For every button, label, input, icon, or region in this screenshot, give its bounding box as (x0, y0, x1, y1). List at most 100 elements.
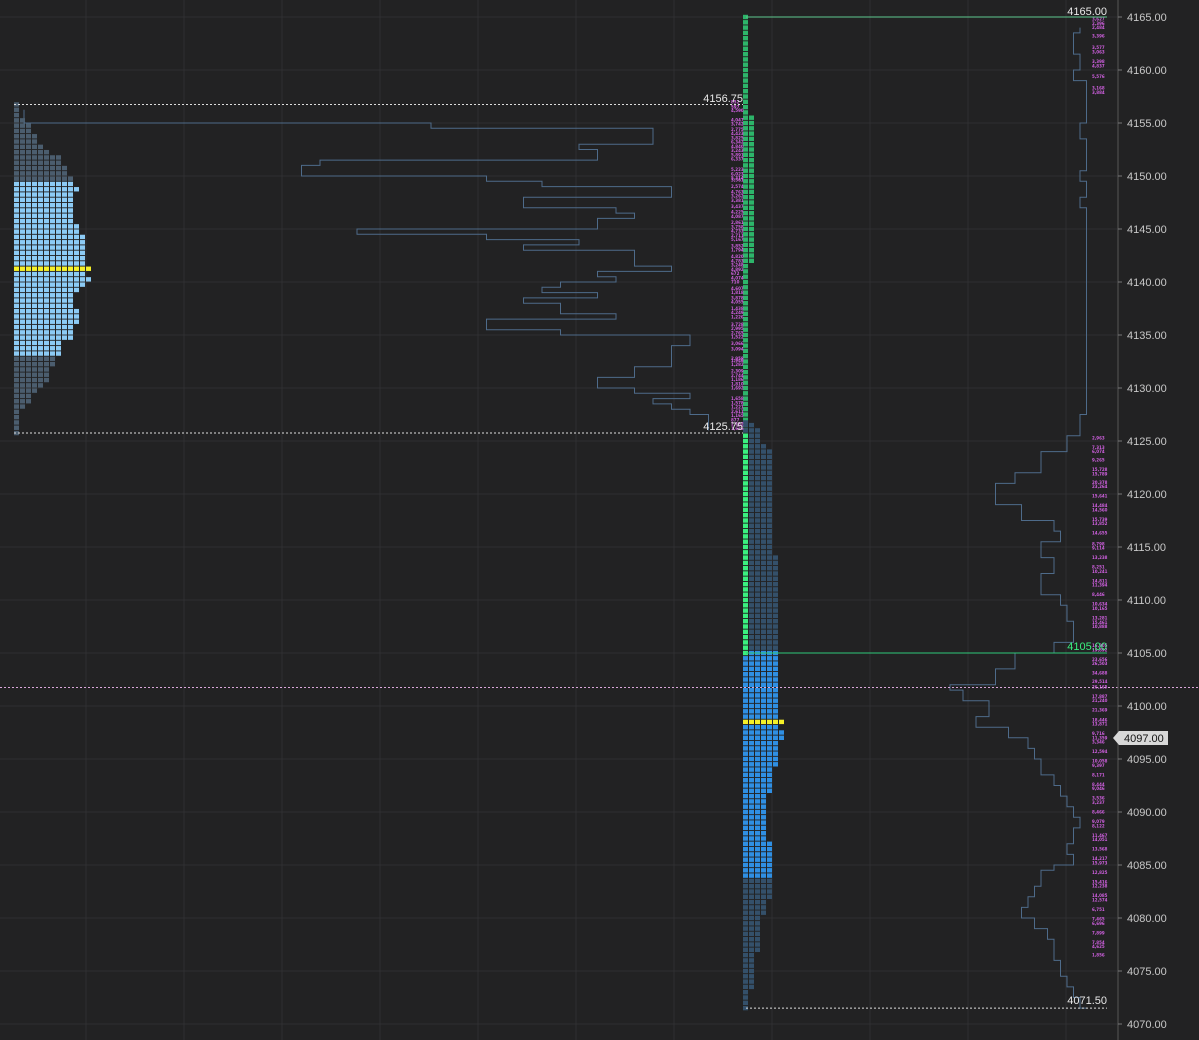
volume-label: 13,238 (1092, 555, 1108, 560)
single-print-block (743, 364, 748, 369)
single-print-block (743, 226, 748, 232)
tpo-block (74, 314, 79, 319)
tpo-block (767, 597, 772, 603)
volume-label: 3,437 (731, 204, 744, 209)
tpo-block (761, 534, 766, 539)
tpo-block (14, 399, 19, 404)
tpo-block (68, 187, 73, 192)
tpo-block (44, 213, 49, 218)
tpo-block (755, 491, 760, 497)
tpo-block (743, 831, 748, 836)
tpo-block (56, 187, 61, 192)
tpo-block (749, 629, 754, 634)
tpo-block (68, 303, 73, 309)
market-profile-chart[interactable]: 3,6272,3962,4843,3963,5773,0633,3984,837… (0, 0, 1199, 1040)
tpo-block (749, 619, 754, 624)
tpo-block (44, 330, 49, 335)
tpo-block (749, 958, 754, 963)
tpo-block (56, 303, 61, 309)
volume-label: 6,337 (731, 157, 744, 162)
tpo-block (44, 149, 49, 155)
tpo-block (20, 361, 25, 367)
tpo-block (761, 725, 766, 730)
single-print-block (743, 46, 748, 51)
tpo-block (20, 255, 25, 261)
tpo-block (50, 234, 55, 240)
tpo-block (743, 921, 748, 926)
tpo-block (761, 862, 766, 868)
tpo-block (14, 414, 19, 420)
tpo-block (761, 640, 766, 645)
tpo-block (743, 958, 748, 963)
tpo-block (749, 422, 754, 428)
tpo-block (56, 197, 61, 203)
tpo-block (62, 250, 67, 256)
tpo-block (749, 677, 754, 682)
single-print-block (743, 507, 748, 513)
tpo-block (14, 425, 19, 430)
tpo-block (14, 303, 19, 309)
volume-label: 8,171 (1092, 772, 1105, 777)
tpo-block (755, 502, 760, 507)
single-print-block (743, 571, 748, 576)
tpo-block (50, 197, 55, 203)
single-print-block (749, 195, 754, 200)
price-tick-label: 4140.00 (1127, 277, 1167, 289)
single-print-block (743, 454, 748, 460)
tpo-block (68, 314, 73, 319)
single-print-block (743, 343, 748, 348)
tpo-block (773, 677, 778, 682)
tpo-block (14, 240, 19, 245)
single-print-block (749, 147, 754, 152)
tpo-block (773, 576, 778, 581)
tpo-block (749, 778, 754, 783)
tpo-block (38, 383, 43, 388)
price-tick-label: 4105.00 (1127, 648, 1167, 660)
tpo-block (767, 481, 772, 486)
tpo-block (761, 560, 766, 566)
volume-label: 1,856 (1092, 953, 1105, 958)
single-print-block (743, 179, 748, 184)
tpo-block (26, 160, 31, 165)
tpo-block (773, 571, 778, 576)
tpo-block (44, 319, 49, 324)
tpo-block (26, 208, 31, 213)
tpo-block (20, 351, 25, 356)
tpo-block (743, 942, 748, 947)
single-print-block (743, 67, 748, 73)
tpo-block (761, 592, 766, 597)
tpo-block (38, 187, 43, 192)
tpo-block (755, 486, 760, 491)
tpo-block (26, 324, 31, 330)
tpo-block (14, 409, 19, 415)
tpo-block (755, 566, 760, 571)
tpo-block (755, 629, 760, 634)
tpo-block (761, 762, 766, 767)
tpo-block (74, 308, 79, 314)
tpo-block (761, 444, 766, 449)
tpo-block (773, 661, 778, 666)
tpo-block (755, 597, 760, 603)
tpo-block (44, 155, 49, 160)
tpo-block (62, 330, 67, 335)
tpo-block (767, 449, 772, 454)
single-print-block (743, 528, 748, 534)
tpo-block (26, 330, 31, 335)
tpo-block (755, 587, 760, 592)
tpo-block (14, 287, 19, 293)
tpo-block (743, 868, 748, 873)
tpo-block (749, 793, 754, 799)
tpo-block (32, 388, 37, 393)
tpo-block (779, 735, 784, 740)
tpo-block (56, 314, 61, 319)
tpo-block (749, 497, 754, 502)
tpo-block (761, 793, 766, 799)
tpo-block (62, 181, 67, 187)
single-print-block (743, 189, 748, 195)
tpo-block (38, 293, 43, 298)
tpo-block (68, 176, 73, 181)
tpo-block (773, 703, 778, 709)
tpo-block (743, 693, 748, 698)
tpo-block (755, 772, 760, 778)
tpo-block (38, 155, 43, 160)
